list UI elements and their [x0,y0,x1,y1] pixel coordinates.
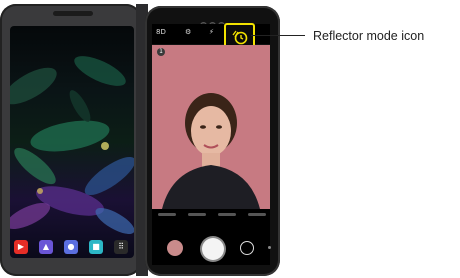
timer-icon[interactable]: 8D [156,29,166,36]
left-home-screen [10,26,134,258]
switch-camera-icon[interactable] [240,241,254,255]
app-dock: ▶ ▲ ● ■ ⠿ [14,240,130,254]
settings-icon[interactable]: ⚙ [185,29,191,36]
game-launcher-icon[interactable]: ● [64,240,78,254]
left-speaker-grille [53,11,93,16]
callout-label: Reflector mode icon [313,29,425,43]
plant-wallpaper [10,56,134,234]
flash-icon[interactable]: ⚡ [209,29,214,36]
smartworld-icon[interactable]: ■ [89,240,103,254]
gallery-thumbnail[interactable] [167,240,183,256]
selfie-subject [162,93,260,209]
shutter-button[interactable] [202,238,224,260]
notification-badge: 1 [157,48,165,56]
gallery-icon[interactable]: ▲ [39,240,53,254]
reflector-icon [231,30,247,45]
apps-grid-icon[interactable]: ⠿ [114,240,128,254]
mode-selector[interactable] [158,213,266,219]
camera-preview [152,45,270,209]
youtube-icon[interactable]: ▶ [14,240,28,254]
indicator-dot [268,246,271,249]
callout-leader-line [251,35,305,36]
